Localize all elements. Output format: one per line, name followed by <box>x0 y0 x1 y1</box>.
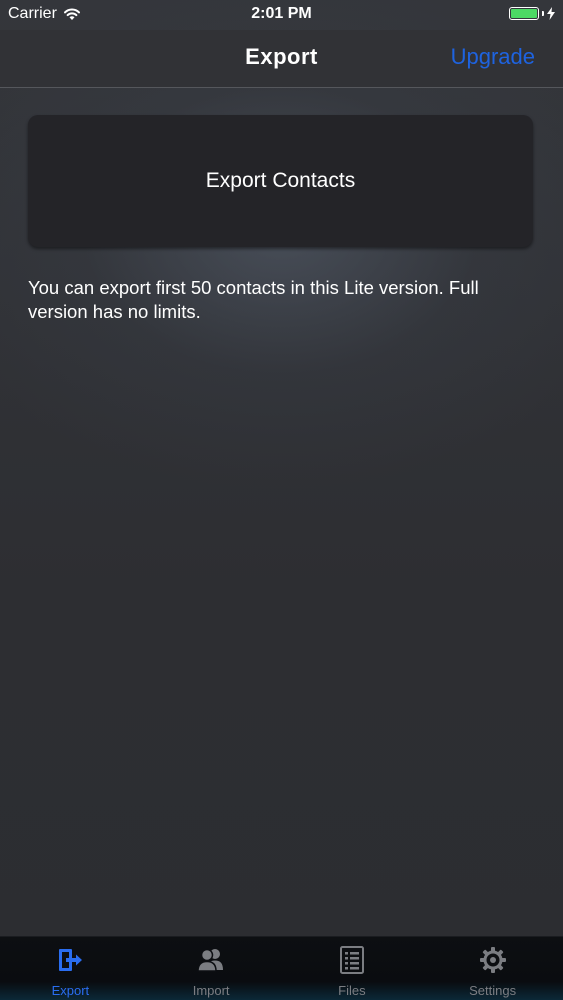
tab-settings-label: Settings <box>469 983 517 998</box>
tab-settings[interactable]: Settings <box>422 937 563 1000</box>
tab-export[interactable]: Export <box>0 937 141 1000</box>
tab-import-label: Import <box>192 983 230 998</box>
navigation-bar: Export Upgrade <box>0 30 563 88</box>
gear-icon <box>479 947 506 973</box>
tab-files[interactable]: Files <box>282 937 423 1000</box>
upgrade-button[interactable]: Upgrade <box>451 44 535 70</box>
export-contacts-label: Export Contacts <box>205 169 356 192</box>
status-bar: Carrier 2:01 PM <box>0 0 563 30</box>
tab-files-label: Files <box>338 983 366 998</box>
charging-bolt-icon <box>547 7 555 20</box>
status-time: 2:01 PM <box>251 5 312 22</box>
battery-icon <box>509 7 539 20</box>
list-icon <box>339 946 364 974</box>
battery-cap <box>542 11 544 16</box>
export-icon <box>59 949 83 971</box>
tab-bar: Export Import Files Settings <box>0 936 563 1000</box>
export-contacts-button[interactable]: Export Contacts <box>28 115 533 247</box>
contacts-icon <box>197 948 224 972</box>
screen: Carrier 2:01 PM Export Upgrade Export Co… <box>0 0 563 1000</box>
battery-fill <box>511 9 537 18</box>
battery-group <box>509 7 555 20</box>
lite-version-notice: You can export first 50 contacts in this… <box>28 277 479 322</box>
tab-import[interactable]: Import <box>141 937 282 1000</box>
tab-export-label: Export <box>51 983 90 998</box>
